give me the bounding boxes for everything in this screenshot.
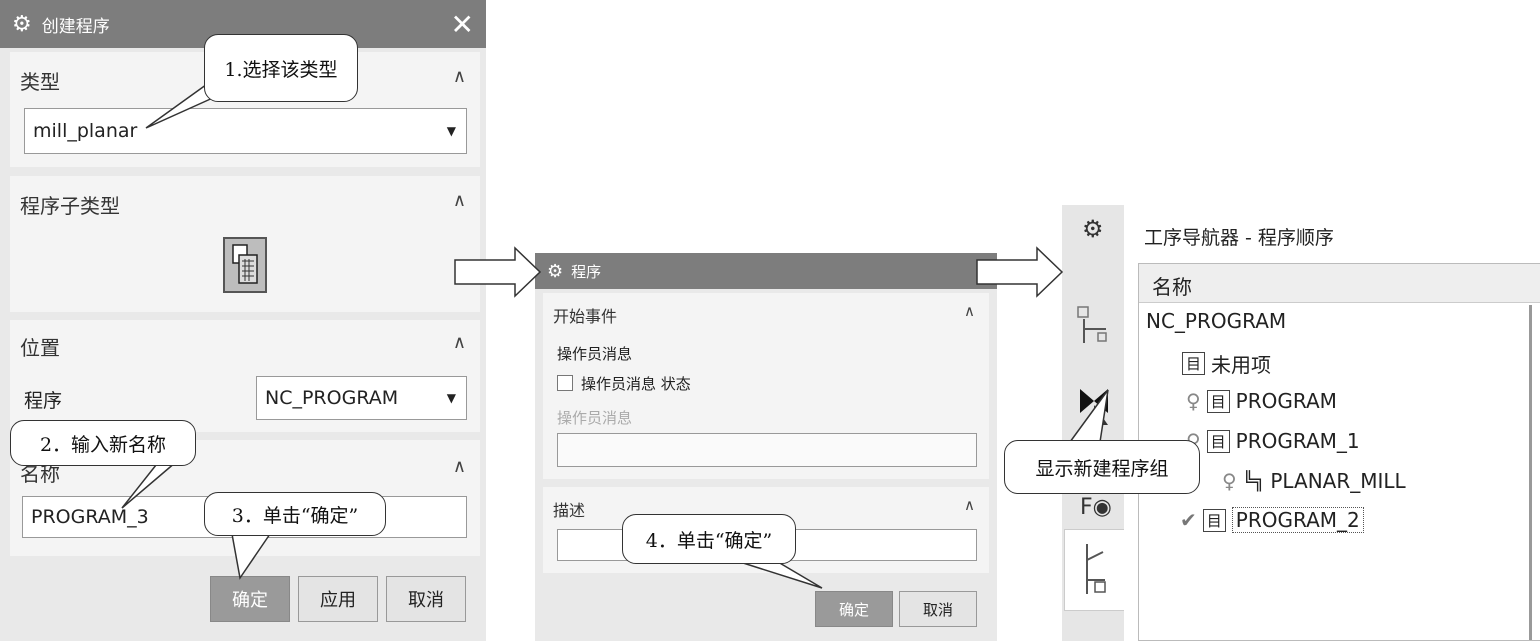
column-header-label: 名称 <box>1152 275 1192 299</box>
status-icon: ♀ <box>1222 469 1237 493</box>
tree-row-label: PROGRAM_1 <box>1235 429 1360 453</box>
tree-row-unused[interactable]: 目 未用项 <box>1182 349 1271 378</box>
type-select[interactable]: mill_planar ▼ <box>24 108 467 154</box>
operation-icon: ╚╗ <box>1242 470 1265 492</box>
start-event-section: 开始事件 ∧ 操作员消息 操作员消息 状态 操作员消息 <box>543 293 989 479</box>
machine-view-icon[interactable] <box>1074 385 1114 429</box>
dropdown-arrow-icon: ▼ <box>446 391 456 405</box>
program-group-icon: 目 <box>1202 508 1226 532</box>
program-select-value: NC_PROGRAM <box>265 387 399 409</box>
program-group-icon: 目 <box>1206 429 1230 453</box>
dialog-title: 程序 <box>571 262 602 281</box>
tree-row-program-2[interactable]: ✔ 目 PROGRAM_2 <box>1180 507 1364 533</box>
tree-row-planar-mill[interactable]: ♀ ╚╗ PLANAR_MILL <box>1222 469 1406 493</box>
gear-icon: ⚙ <box>547 260 564 282</box>
collapse-icon[interactable]: ∧ <box>453 332 466 353</box>
name-input-value: PROGRAM_3 <box>31 506 149 528</box>
tree-row-label: 未用项 <box>1211 353 1272 377</box>
callout-step1: 1.选择该类型 <box>204 34 358 102</box>
dropdown-arrow-icon: ▼ <box>446 124 456 138</box>
cancel-button[interactable]: 取消 <box>386 576 466 622</box>
subtype-section: 程序子类型 ∧ <box>10 176 480 312</box>
program-subtype-icon[interactable] <box>223 237 267 293</box>
tree-row-label: PROGRAM <box>1235 389 1337 413</box>
tree-row-nc-program[interactable]: NC_PROGRAM <box>1146 309 1286 333</box>
operator-message-label: 操作员消息 <box>557 345 633 363</box>
collapse-icon[interactable]: ∧ <box>964 496 975 514</box>
operator-message-input[interactable] <box>557 433 977 467</box>
callout-step2: 2．输入新名称 <box>10 420 196 466</box>
collapse-icon[interactable]: ∧ <box>964 302 975 320</box>
section-title: 位置 <box>20 336 60 360</box>
scrollbar[interactable] <box>1529 305 1532 640</box>
apply-button[interactable]: 应用 <box>298 576 378 622</box>
dialog-titlebar: ⚙ 程序 <box>535 253 997 289</box>
status-checkbox-label: 操作员消息 状态 <box>581 375 691 393</box>
tree-row-label: PLANAR_MILL <box>1270 469 1406 493</box>
program-dialog: ⚙ 程序 开始事件 ∧ 操作员消息 操作员消息 状态 操作员消息 描述 ∧ 确定… <box>535 253 997 641</box>
status-checkbox[interactable] <box>557 375 573 391</box>
ok-button[interactable]: 确定 <box>815 591 893 627</box>
program-label: 程序 <box>24 390 63 412</box>
location-section: 位置 ∧ 程序 NC_PROGRAM ▼ <box>10 320 480 432</box>
type-select-value: mill_planar <box>33 120 138 142</box>
section-title: 开始事件 <box>553 307 618 326</box>
program-group-icon: 目 <box>1206 389 1230 413</box>
program-select[interactable]: NC_PROGRAM ▼ <box>256 376 467 420</box>
program-order-tab[interactable] <box>1064 529 1124 611</box>
navigator-title: 工序导航器 - 程序顺序 <box>1144 227 1334 249</box>
method-view-icon[interactable]: F◉ <box>1080 495 1112 520</box>
operation-navigator: ⚙ F◉ 工序导航器 - 程序顺序 名称 NC_PROGRAM 目 未用项 ♀ … <box>1062 205 1540 641</box>
section-title: 描述 <box>553 501 586 520</box>
callout-result: 显示新建程序组 <box>1004 440 1200 494</box>
gear-icon: ⚙ <box>12 11 32 37</box>
status-icon: ♀ <box>1186 389 1201 413</box>
collapse-icon[interactable]: ∧ <box>453 66 466 87</box>
checkmark-icon: ✔ <box>1180 508 1197 532</box>
ok-button[interactable]: 确定 <box>210 576 290 622</box>
cancel-button[interactable]: 取消 <box>899 591 977 627</box>
tree-row-program[interactable]: ♀ 目 PROGRAM <box>1186 389 1337 413</box>
collapse-icon[interactable]: ∧ <box>453 456 466 477</box>
callout-step3: 3．单击“确定” <box>204 492 386 536</box>
geometry-view-icon[interactable] <box>1072 303 1112 347</box>
section-title: 程序子类型 <box>20 194 120 218</box>
tree-row-label: NC_PROGRAM <box>1146 309 1287 333</box>
message-label: 操作员消息 <box>557 409 633 427</box>
collapse-icon[interactable]: ∧ <box>453 190 466 211</box>
tree-row-program-1[interactable]: ♀ 目 PROGRAM_1 <box>1186 429 1360 453</box>
tree-row-label: PROGRAM_2 <box>1231 507 1364 533</box>
section-title: 类型 <box>20 70 60 94</box>
program-group-icon: 目 <box>1182 352 1206 375</box>
dialog-title: 创建程序 <box>41 16 110 37</box>
callout-step4: 4．单击“确定” <box>622 514 796 564</box>
column-header[interactable] <box>1139 264 1540 303</box>
gear-icon[interactable]: ⚙ <box>1082 215 1104 243</box>
close-icon[interactable]: ✕ <box>451 8 474 41</box>
